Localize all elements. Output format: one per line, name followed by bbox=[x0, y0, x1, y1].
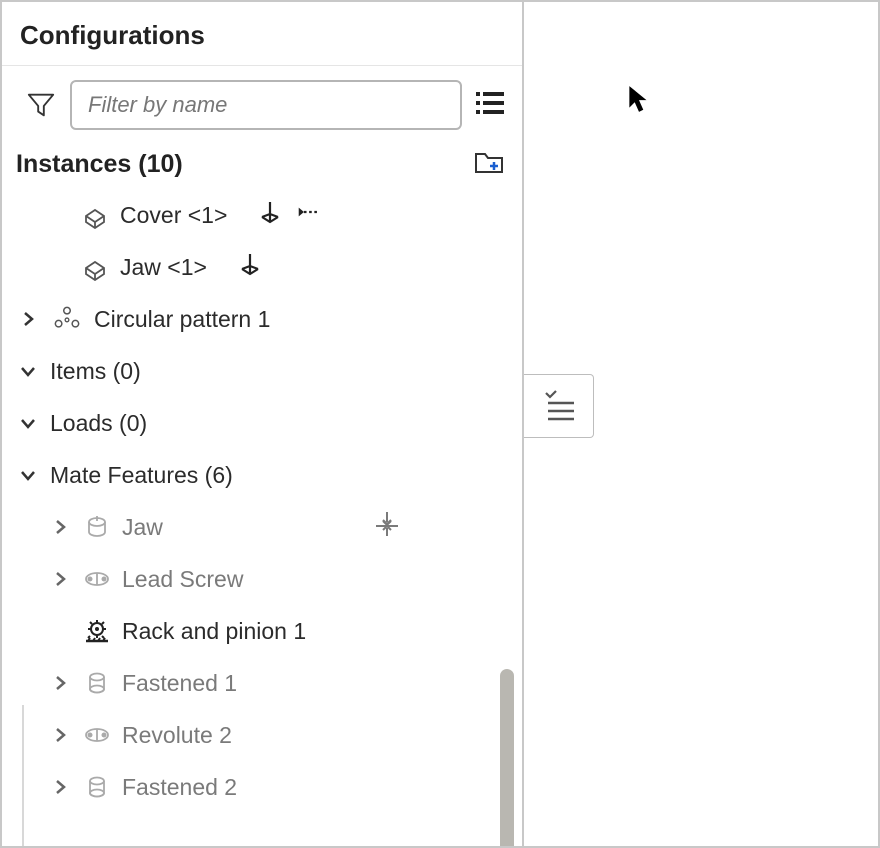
section-label: Mate Features (6) bbox=[50, 462, 233, 489]
expand-icon[interactable] bbox=[16, 311, 40, 327]
item-label: Fastened 2 bbox=[122, 774, 237, 801]
item-label: Cover <1> bbox=[120, 202, 227, 229]
mate-item-fastened-2[interactable]: Fastened 2 bbox=[2, 761, 522, 813]
item-label: Jaw bbox=[122, 514, 163, 541]
list-view-toggle-icon[interactable] bbox=[476, 90, 504, 121]
gear-relation-icon bbox=[82, 617, 112, 645]
circular-pattern-icon bbox=[50, 305, 84, 333]
section-items[interactable]: Items (0) bbox=[2, 345, 522, 397]
item-label: Revolute 2 bbox=[122, 722, 232, 749]
filter-input[interactable] bbox=[70, 80, 462, 130]
item-label: Jaw <1> bbox=[120, 254, 207, 281]
section-label: Items (0) bbox=[50, 358, 141, 385]
fastened-mate-icon bbox=[82, 773, 112, 801]
expand-icon[interactable] bbox=[48, 519, 72, 535]
item-label: Rack and pinion 1 bbox=[122, 618, 306, 645]
mate-item-lead-screw[interactable]: Lead Screw bbox=[2, 553, 522, 605]
instances-header[interactable]: Instances (10) bbox=[2, 140, 522, 189]
mate-connector-icon bbox=[237, 251, 263, 283]
mate-item-fastened-1[interactable]: Fastened 1 bbox=[2, 657, 522, 709]
revolute-mate-icon bbox=[82, 565, 112, 593]
expand-icon[interactable] bbox=[48, 727, 72, 743]
item-label: Circular pattern 1 bbox=[94, 306, 270, 333]
feature-tree: Cover <1> Jaw <1> bbox=[2, 189, 522, 846]
instance-item-circular-pattern[interactable]: Circular pattern 1 bbox=[2, 293, 522, 345]
tree-guide-line bbox=[22, 705, 24, 846]
collapse-icon[interactable] bbox=[16, 415, 40, 431]
part-icon bbox=[80, 201, 110, 229]
reference-arrow-icon bbox=[297, 199, 323, 231]
slider-mate-indicator-icon bbox=[372, 509, 402, 545]
cursor-icon bbox=[626, 84, 652, 119]
section-label: Loads (0) bbox=[50, 410, 147, 437]
instance-item-jaw[interactable]: Jaw <1> bbox=[2, 241, 522, 293]
revolute-mate-icon bbox=[82, 721, 112, 749]
expand-icon[interactable] bbox=[48, 571, 72, 587]
mate-item-jaw[interactable]: Jaw bbox=[2, 501, 522, 553]
section-loads[interactable]: Loads (0) bbox=[2, 397, 522, 449]
filter-funnel-icon[interactable] bbox=[26, 90, 56, 120]
scrollbar-thumb[interactable] bbox=[500, 669, 514, 846]
section-mate-features[interactable]: Mate Features (6) bbox=[2, 449, 522, 501]
instances-label: Instances (10) bbox=[16, 150, 183, 179]
expand-icon[interactable] bbox=[48, 779, 72, 795]
expand-icon[interactable] bbox=[48, 675, 72, 691]
add-folder-icon[interactable] bbox=[474, 148, 504, 181]
part-icon bbox=[80, 253, 110, 281]
item-label: Fastened 1 bbox=[122, 670, 237, 697]
collapse-panel-tab[interactable] bbox=[524, 374, 594, 438]
item-label: Lead Screw bbox=[122, 566, 243, 593]
collapse-icon[interactable] bbox=[16, 467, 40, 483]
collapse-icon[interactable] bbox=[16, 363, 40, 379]
cylindrical-mate-icon bbox=[82, 513, 112, 541]
fastened-mate-icon bbox=[82, 669, 112, 697]
filter-row bbox=[2, 66, 522, 140]
mate-item-revolute-2[interactable]: Revolute 2 bbox=[2, 709, 522, 761]
instance-item-cover[interactable]: Cover <1> bbox=[2, 189, 522, 241]
configurations-panel: Configurations Instances (10) bbox=[2, 2, 524, 846]
mate-item-rack-pinion[interactable]: Rack and pinion 1 bbox=[2, 605, 522, 657]
mate-connector-icon bbox=[257, 199, 283, 231]
panel-title: Configurations bbox=[2, 2, 522, 66]
